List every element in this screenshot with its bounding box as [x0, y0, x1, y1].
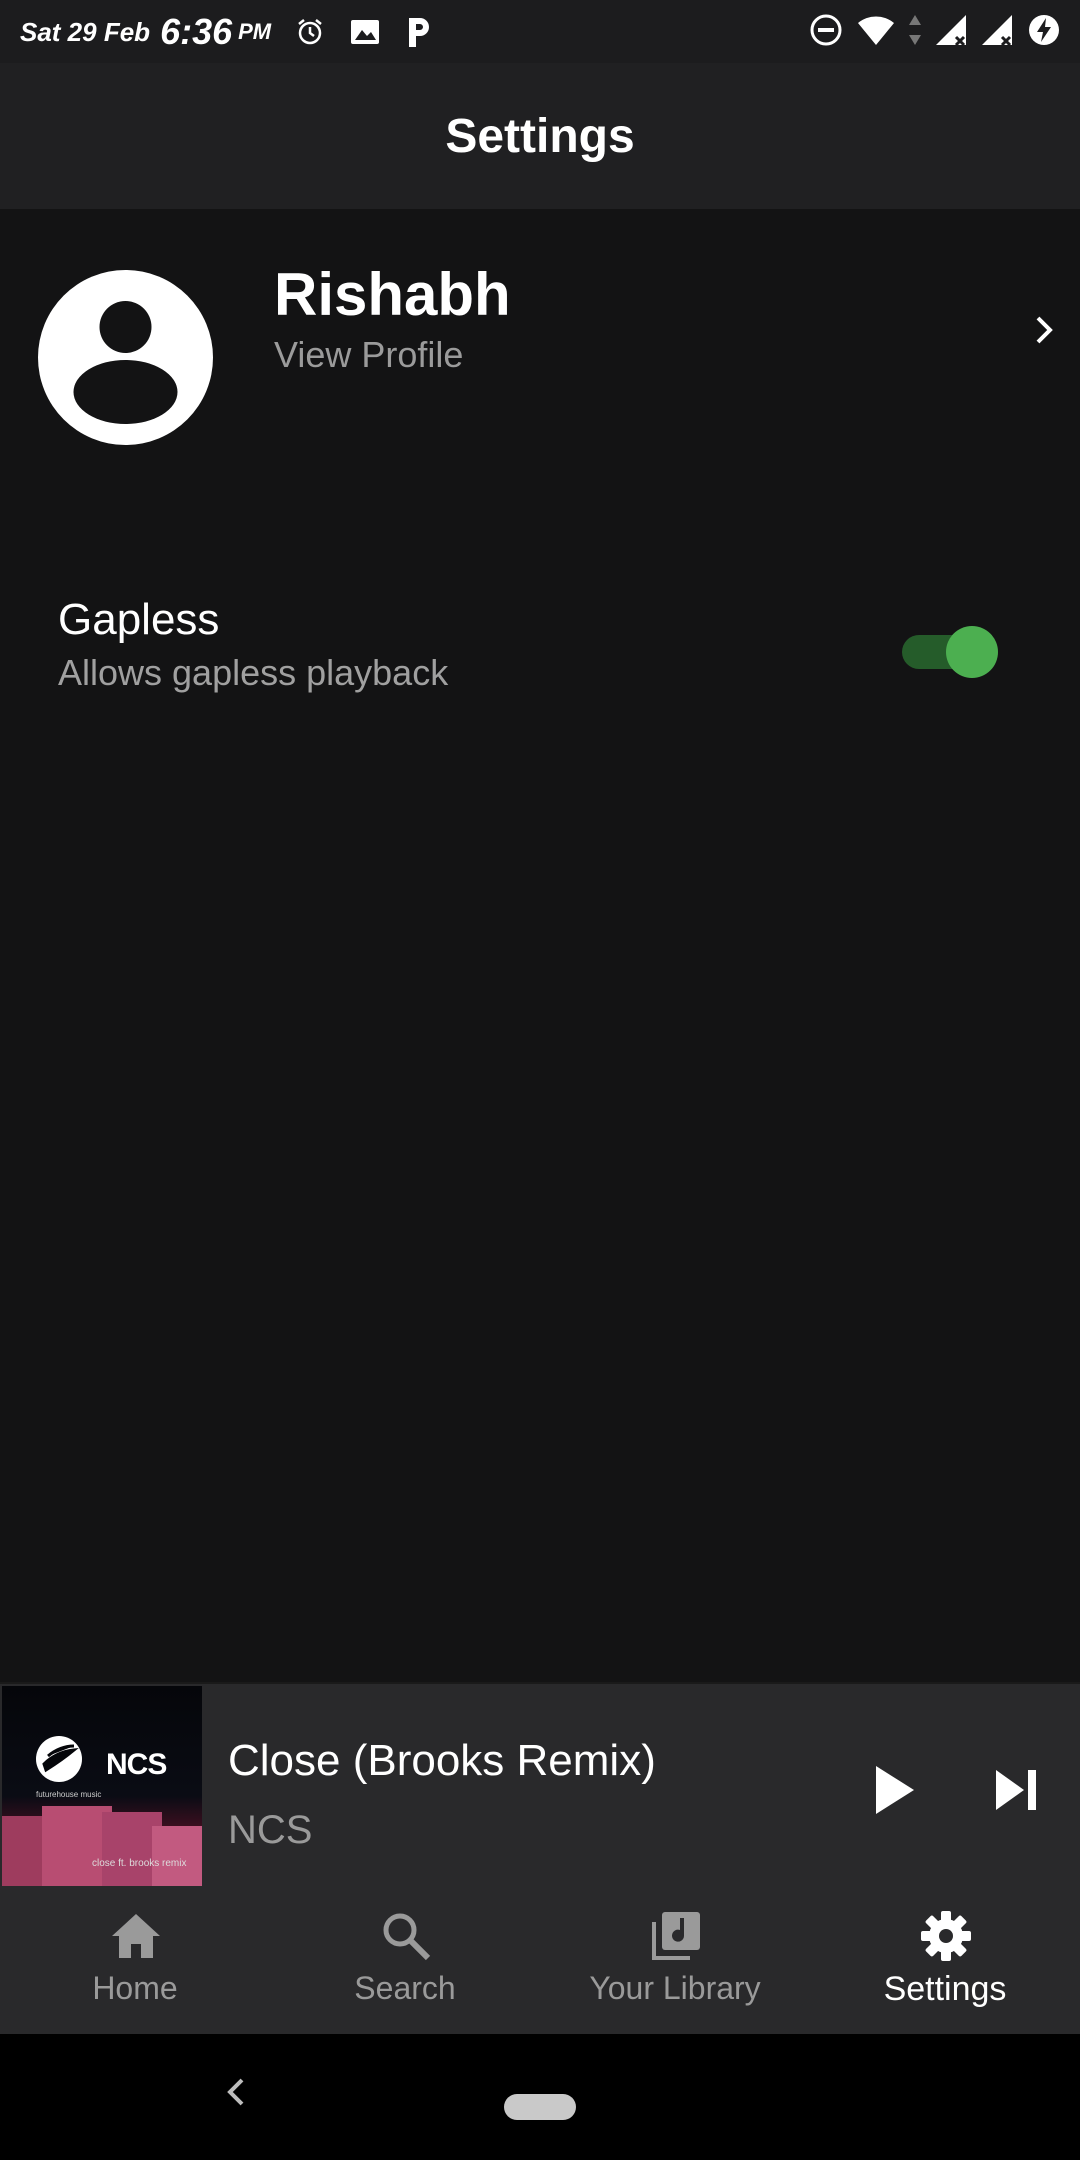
setting-subtitle: Allows gapless playback — [58, 652, 449, 693]
wifi-icon — [856, 13, 896, 52]
artwork-caption: close ft. brooks remix — [92, 1858, 187, 1869]
battery-charging-icon — [1026, 12, 1062, 53]
profile-row[interactable]: Rishabh View Profile — [0, 250, 1080, 450]
p-icon — [405, 15, 433, 49]
nav-label-search: Search — [354, 1970, 456, 2006]
toggle-knob — [946, 626, 998, 678]
search-icon — [380, 1910, 432, 1962]
status-bar: Sat 29 Feb 6:36 PM — [0, 0, 1080, 63]
home-pill[interactable] — [504, 2094, 576, 2120]
do-not-disturb-icon — [808, 12, 844, 53]
nav-settings[interactable]: Settings — [810, 1886, 1080, 2034]
skip-next-icon[interactable] — [992, 1764, 1044, 1816]
play-icon[interactable] — [870, 1760, 920, 1820]
nav-label-library: Your Library — [589, 1970, 761, 2006]
image-icon — [349, 17, 381, 47]
status-ampm: PM — [238, 19, 272, 44]
signal-icon — [980, 13, 1014, 52]
view-profile-link[interactable]: View Profile — [274, 330, 463, 380]
setting-gapless[interactable]: Gapless Allows gapless playback — [0, 580, 1080, 720]
back-icon[interactable] — [224, 2072, 248, 2112]
track-artist: NCS — [228, 1808, 313, 1852]
profile-name: Rishabh — [274, 261, 511, 328]
nav-search[interactable]: Search — [270, 1886, 540, 2034]
system-navigation-bar — [0, 2034, 1080, 2160]
track-title: Close (Brooks Remix) — [228, 1736, 656, 1785]
alarm-icon — [295, 17, 325, 47]
artwork-brand: NCS — [106, 1748, 167, 1781]
page-title: Settings — [445, 109, 635, 163]
setting-title: Gapless — [58, 595, 220, 644]
library-icon — [650, 1910, 702, 1962]
artwork-subtext: futurehouse music — [36, 1790, 102, 1799]
nav-label-settings: Settings — [883, 1970, 1007, 2008]
gear-icon — [920, 1910, 972, 1962]
gapless-toggle[interactable] — [900, 620, 1000, 680]
bottom-navigation: Home Search Your Library Settings — [0, 1886, 1080, 2034]
home-icon — [110, 1910, 162, 1962]
nav-library[interactable]: Your Library — [540, 1886, 810, 2034]
nav-home[interactable]: Home — [0, 1886, 270, 2034]
status-time: 6:36 — [160, 11, 233, 52]
app-bar: Settings — [0, 63, 1080, 209]
account-circle-icon — [38, 270, 213, 445]
album-artwork: NCS futurehouse music close ft. brooks r… — [2, 1686, 202, 1886]
ncs-logo-icon — [34, 1734, 84, 1784]
signal-icon — [934, 13, 968, 52]
mini-player[interactable]: NCS futurehouse music close ft. brooks r… — [0, 1682, 1080, 1886]
nav-label-home: Home — [92, 1970, 178, 2006]
chevron-right-icon[interactable] — [1030, 310, 1060, 350]
status-date: Sat 29 Feb — [20, 16, 151, 47]
data-arrows-icon — [908, 13, 922, 52]
